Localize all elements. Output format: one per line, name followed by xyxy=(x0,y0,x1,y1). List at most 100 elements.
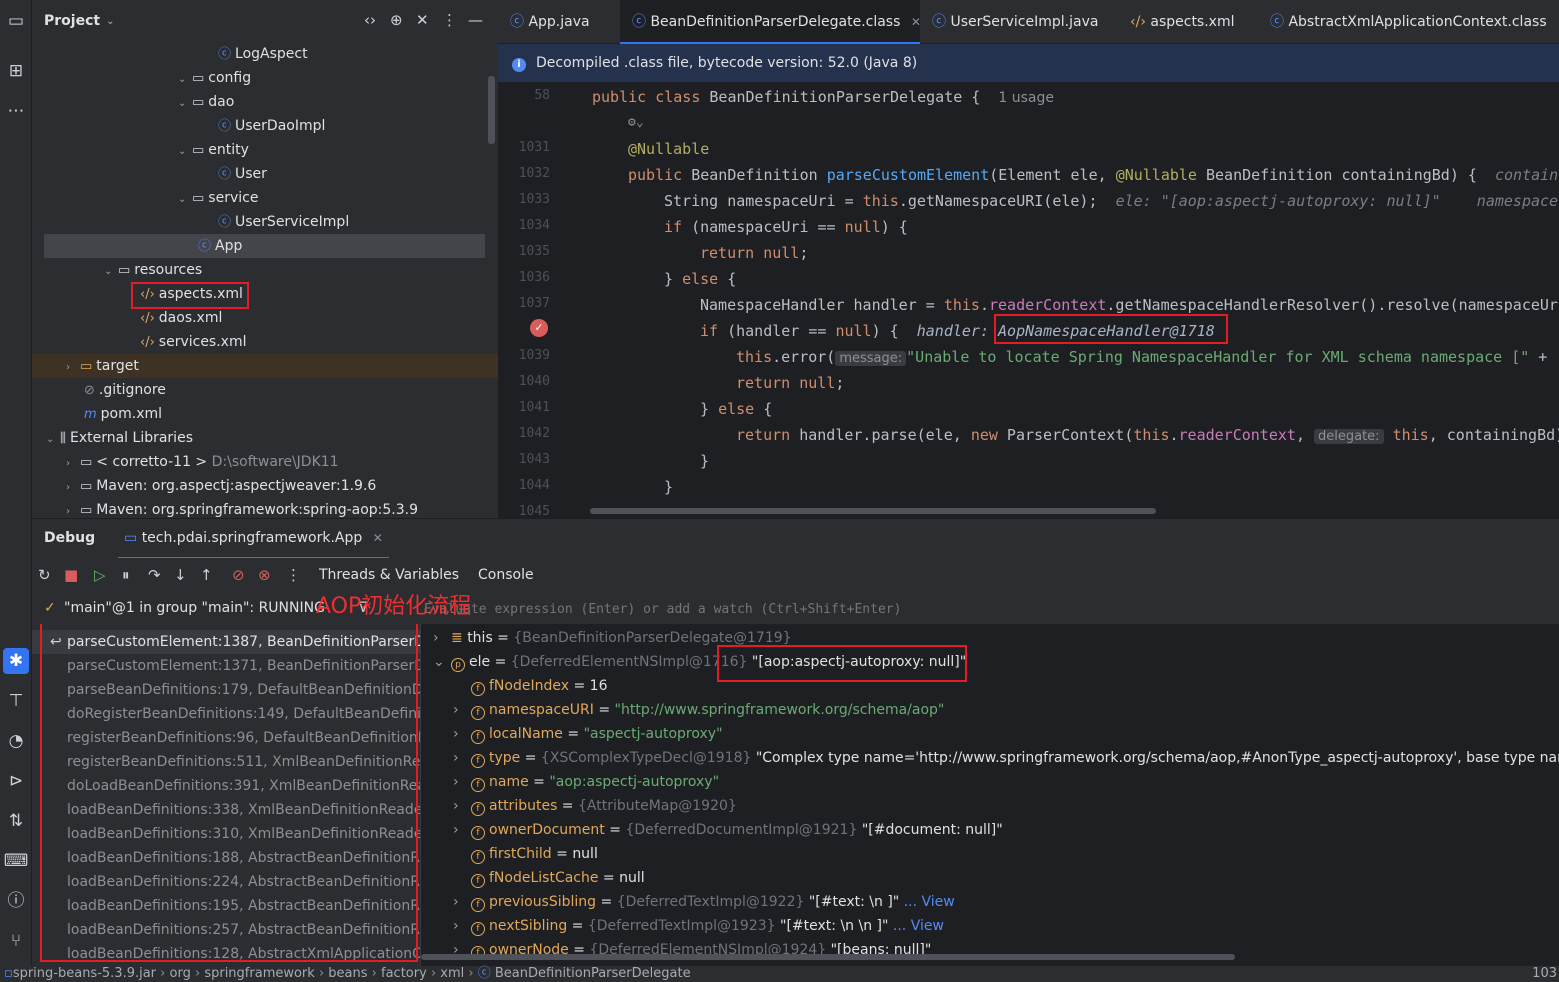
var-row-fnodeindex[interactable]: f fNodeIndex = 16 xyxy=(471,674,607,698)
var-row-name[interactable]: › f name = "aop:aspectj-autoproxy" xyxy=(453,770,719,794)
debug-config-tab[interactable]: ▭ tech.pdai.springframework.App ✕ xyxy=(118,519,389,559)
tree-item-userdaoimpl[interactable]: ⓒ UserDaoImpl xyxy=(218,114,325,138)
tab-threads-variables[interactable]: Threads & Variables xyxy=(319,567,459,583)
expand-collapse-icon[interactable]: ✕ xyxy=(416,11,429,29)
services-icon[interactable]: ⊳ xyxy=(3,768,29,794)
var-row-previoussibling[interactable]: › f previousSibling = {DeferredTextImpl@19… xyxy=(453,890,955,914)
var-row-namespaceuri[interactable]: › f namespaceURI = "http://www.springframe… xyxy=(453,698,944,722)
mute-breakpoints-icon[interactable]: ⊗ xyxy=(258,566,271,584)
terminal-icon[interactable]: ⌨ xyxy=(3,848,29,874)
project-folder-icon[interactable]: ▭ xyxy=(3,8,29,34)
breadcrumb-item[interactable]: factory xyxy=(381,966,427,981)
tree-item-pom-xml[interactable]: m pom.xml xyxy=(84,402,162,426)
view-link[interactable]: ... View xyxy=(904,894,955,910)
breadcrumb-item[interactable]: beans xyxy=(328,966,367,981)
chevron-right-icon[interactable]: › xyxy=(433,626,451,650)
tree-item-jdk[interactable]: › ▭ < corretto-11 > D:\software\JDK11 xyxy=(66,450,339,474)
project-scrollbar[interactable] xyxy=(488,76,495,144)
locate-target-icon[interactable]: ⊕ xyxy=(390,11,403,29)
chevron-right-icon[interactable]: › xyxy=(66,452,80,476)
debug-bug-icon[interactable]: ✱ xyxy=(3,648,29,674)
resume-icon[interactable]: ▷ xyxy=(94,566,106,584)
tree-item-service[interactable]: ⌄ ▭ service xyxy=(178,186,258,210)
more-kebab-icon[interactable]: ⋮ xyxy=(286,566,301,584)
tree-item-userserviceimpl[interactable]: ⓒ UserServiceImpl xyxy=(218,210,349,234)
thread-selector[interactable]: "main"@1 in group "main": RUNNING xyxy=(64,600,325,616)
breadcrumb-item[interactable]: BeanDefinitionParserDelegate xyxy=(495,966,691,981)
profiler-icon[interactable]: ◔ xyxy=(3,728,29,754)
build-hammer-icon[interactable]: ⊤ xyxy=(3,688,29,714)
tree-item-daos-xml[interactable]: ‹/› daos.xml xyxy=(140,306,222,330)
chevron-down-icon[interactable]: ⌄ xyxy=(178,92,192,116)
var-row-attributes[interactable]: › f attributes = {AttributeMap@1920} xyxy=(453,794,737,818)
variables-horizontal-scrollbar[interactable] xyxy=(421,954,1235,960)
var-row-fnodelistcache[interactable]: f fNodeListCache = null xyxy=(471,866,645,890)
chevron-right-icon[interactable]: › xyxy=(453,794,471,818)
tree-item-entity[interactable]: ⌄ ▭ entity xyxy=(178,138,249,162)
tree-item-gitignore[interactable]: ⊘ .gitignore xyxy=(84,378,166,402)
tree-item-user[interactable]: ⓒ User xyxy=(218,162,267,186)
chevron-right-icon[interactable]: › xyxy=(453,890,471,914)
chevron-down-icon[interactable]: ⌄ xyxy=(106,16,114,27)
pause-icon[interactable]: ⏸ xyxy=(122,566,130,584)
tab-console[interactable]: Console xyxy=(478,567,534,583)
chevron-down-icon[interactable]: ⌄ xyxy=(46,428,60,452)
chevron-right-icon[interactable]: › xyxy=(453,698,471,722)
tab-aspects-xml[interactable]: ‹/› aspects.xml xyxy=(1130,0,1260,44)
step-into-icon[interactable]: ↓ xyxy=(174,566,187,584)
cursor-position[interactable]: 103 xyxy=(1532,966,1557,982)
structure-icon[interactable]: ⊞ xyxy=(3,58,29,84)
var-row-ownerdocument[interactable]: › f ownerDocument = {DeferredDocumentImpl@… xyxy=(453,818,1003,842)
tree-item-logaspect[interactable]: ⓒ LogAspect xyxy=(218,42,308,66)
tree-item-resources[interactable]: ⌄ ▭ resources xyxy=(104,258,202,282)
options-kebab-icon[interactable]: ⋮ xyxy=(442,11,457,29)
chevron-down-icon[interactable]: ⌄ xyxy=(433,650,451,674)
code-editor[interactable]: public class BeanDefinitionParserDelegat… xyxy=(590,82,1559,518)
chevron-right-icon[interactable]: › xyxy=(453,770,471,794)
endpoints-icon[interactable]: ⇅ xyxy=(3,808,29,834)
problems-icon[interactable]: ⓘ xyxy=(3,888,29,914)
close-icon[interactable]: ✕ xyxy=(373,531,383,545)
tab-userserviceimpl-java[interactable]: ⓒ UserServiceImpl.java xyxy=(932,0,1122,44)
chevron-right-icon[interactable]: › xyxy=(66,500,80,518)
project-title[interactable]: Project xyxy=(44,13,100,29)
editor-horizontal-scrollbar[interactable] xyxy=(590,508,1156,514)
breadcrumb-item[interactable]: spring-beans-5.3.9.jar xyxy=(13,966,156,981)
chevron-down-icon[interactable]: ⌄ xyxy=(104,260,118,284)
filter-icon[interactable]: ⊽ xyxy=(358,600,368,616)
step-out-icon[interactable]: ↑ xyxy=(200,566,213,584)
more-icon[interactable]: ⋯ xyxy=(3,98,29,124)
rerun-icon[interactable]: ↻ xyxy=(38,566,51,584)
evaluate-expression-input[interactable] xyxy=(424,597,1544,621)
chevron-right-icon[interactable]: › xyxy=(66,356,80,380)
decompiler-settings-icon[interactable]: ⚙⌄ xyxy=(628,110,644,136)
tab-abstractxmlapplicationcontext[interactable]: ⓒ AbstractXmlApplicationContext.class xyxy=(1270,0,1559,44)
var-row-nextsibling[interactable]: › f nextSibling = {DeferredTextImpl@1923} … xyxy=(453,914,944,938)
breadcrumb-item[interactable]: springframework xyxy=(204,966,314,981)
breakpoint-icon[interactable]: ✓ xyxy=(530,319,548,337)
usage-hint[interactable]: 1 usage xyxy=(998,90,1054,106)
tree-item-target[interactable]: › ▭ target xyxy=(32,354,498,378)
tree-item-aspectjweaver[interactable]: › ▭ Maven: org.aspectj:aspectjweaver:1.9.6 xyxy=(66,474,376,498)
tree-item-services-xml[interactable]: ‹/› services.xml xyxy=(140,330,247,354)
chevron-right-icon[interactable]: › xyxy=(453,722,471,746)
breadcrumb-item[interactable]: org xyxy=(170,966,191,981)
chevron-right-icon[interactable]: › xyxy=(453,746,471,770)
stop-icon[interactable]: ■ xyxy=(64,566,78,584)
chevron-down-icon[interactable]: ⌄ xyxy=(178,140,192,164)
tree-item-config[interactable]: ⌄ ▭ config xyxy=(178,66,251,90)
chevron-right-icon[interactable]: › xyxy=(453,914,471,938)
close-icon[interactable]: ✕ xyxy=(911,15,921,29)
var-row-type[interactable]: › f type = {XSComplexTypeDecl@1918} "Compl… xyxy=(453,746,1559,770)
hide-panel-icon[interactable]: — xyxy=(468,11,483,29)
var-row-firstchild[interactable]: f firstChild = null xyxy=(471,842,598,866)
view-breakpoints-icon[interactable]: ⊘ xyxy=(232,566,245,584)
tab-beandefinitionparserdelegate[interactable]: ⓒ BeanDefinitionParserDelegate.class ✕ xyxy=(620,0,921,44)
tree-item-app[interactable]: ⓒ App xyxy=(44,234,485,258)
chevron-right-icon[interactable]: › xyxy=(453,818,471,842)
var-row-localname[interactable]: › f localName = "aspectj-autoproxy" xyxy=(453,722,723,746)
step-over-icon[interactable]: ↷ xyxy=(148,566,161,584)
git-branch-icon[interactable]: ⑂ xyxy=(3,928,29,954)
collapse-code-icon[interactable]: ‹› xyxy=(364,11,376,29)
breadcrumb-item[interactable]: xml xyxy=(440,966,464,981)
